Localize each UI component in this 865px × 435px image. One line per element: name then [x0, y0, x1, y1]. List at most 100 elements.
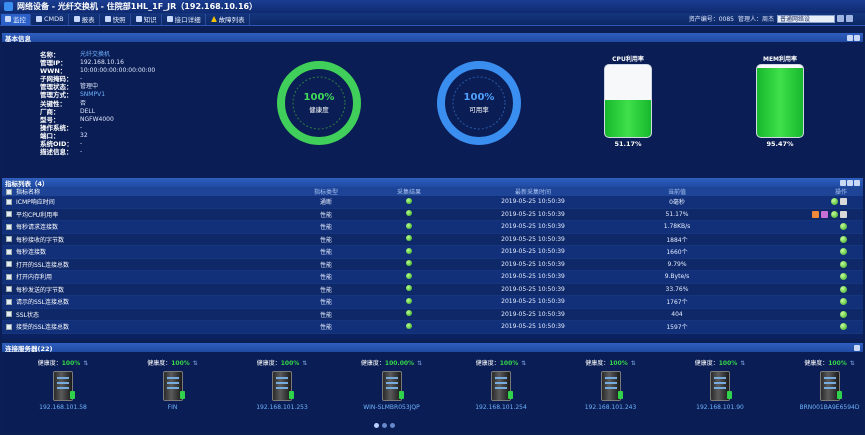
close-icon[interactable] [854, 34, 860, 41]
table-row[interactable]: 请示的SSL连接总数 性能 2019-05-25 10:50:39 1767个 [2, 296, 863, 309]
tab-knowledge[interactable]: 知识 [132, 13, 162, 25]
view-icon[interactable] [840, 323, 847, 331]
server-node[interactable]: 健康度：100% ⇅ FIN [118, 358, 228, 411]
health-label: 健康度： [694, 360, 719, 367]
collect-time: 2019-05-25 10:50:39 [501, 273, 565, 281]
server-node[interactable]: 健康度：100% ⇅ 192.168.101.58 [8, 358, 118, 411]
config-icon[interactable] [840, 198, 847, 206]
row-checkbox[interactable] [6, 198, 12, 205]
config-icon[interactable] [840, 210, 847, 218]
table-row[interactable]: ICMP响应时间 通断 2019-05-25 10:50:39 0毫秒 [2, 196, 863, 209]
server-health: 100.00% [384, 360, 415, 367]
server-name: 192.168.101.243 [584, 404, 637, 411]
server-node[interactable]: 健康度：100% ⇅ 192.168.101.254 [446, 358, 556, 411]
row-checkbox[interactable] [6, 273, 12, 280]
tab-interface-detail[interactable]: 接口详细 [163, 13, 206, 25]
row-checkbox[interactable] [6, 248, 12, 255]
view-icon[interactable] [840, 298, 847, 306]
index-type: 性能 [319, 224, 332, 232]
server-icon [272, 371, 294, 401]
current-value: 404 [671, 310, 683, 318]
view-icon[interactable] [831, 198, 838, 206]
info-key: 管理IP： [40, 59, 67, 68]
server-node[interactable]: 健康度：100.00% ⇅ WIN-SLMBR053JQP [337, 358, 447, 411]
info-key: 系统OID： [40, 140, 73, 149]
table-row[interactable]: 打开的SSL连接总数 性能 2019-05-25 10:50:39 9.79% [2, 258, 863, 271]
view-icon[interactable] [840, 273, 847, 281]
collapse-icon[interactable] [854, 344, 860, 351]
index-type: 性能 [319, 286, 332, 294]
mem-value: 95.47% [766, 140, 794, 148]
server-icon [600, 371, 623, 401]
availability-gauge: 100% 可用率 [436, 60, 522, 146]
settings-icon[interactable] [847, 179, 853, 186]
table-row[interactable]: 接受的SSL连接总数 性能 2019-05-25 10:50:39 1597个 [2, 321, 863, 334]
row-checkbox[interactable] [6, 311, 12, 318]
view-icon[interactable] [840, 223, 847, 231]
health-label: 健康度： [256, 360, 281, 367]
row-checkbox[interactable] [6, 236, 12, 243]
row-checkbox[interactable] [6, 298, 12, 305]
select-all-checkbox[interactable] [6, 188, 12, 195]
view-icon[interactable] [840, 260, 847, 268]
table-row[interactable]: SSL状态 性能 2019-05-25 10:50:39 404 [2, 308, 863, 321]
table-row[interactable]: 每秒请求连接数 性能 2019-05-25 10:50:39 1.78KB/s [2, 221, 863, 234]
server-icon [491, 371, 513, 401]
page-dot[interactable] [382, 423, 387, 428]
table-row[interactable]: 每秒发送的字节数 性能 2019-05-25 10:50:39 33.76% [2, 283, 863, 296]
toolbar: 监控 CMDB 报表 快照 知识 接口详细 故障列表 资产编号：0085 管理人… [0, 13, 865, 26]
view-icon[interactable] [840, 285, 847, 293]
save-icon[interactable] [837, 15, 844, 22]
collapse-icon[interactable] [847, 34, 853, 41]
info-key: 关键性： [40, 99, 66, 108]
health-label: 健康度： [360, 360, 385, 367]
server-health: 100% [61, 360, 81, 367]
view-icon[interactable] [831, 210, 838, 218]
network-select[interactable]: 普通网络设 [777, 14, 835, 23]
server-node[interactable]: 健康度：100% ⇅ 192.168.101.243 [556, 358, 666, 411]
tab-fault-list[interactable]: 故障列表 [207, 13, 250, 25]
refresh-icon[interactable] [846, 15, 853, 22]
server-name: FIN [167, 404, 178, 411]
status-ok-icon [406, 285, 412, 292]
row-checkbox[interactable] [6, 286, 12, 293]
server-node[interactable]: 健康度：100% ⇅ 192.168.101.90 [665, 358, 775, 411]
index-name: SSL状态 [16, 311, 39, 319]
view-icon[interactable] [840, 235, 847, 243]
table-row[interactable]: 打开内存利用 性能 2019-05-25 10:50:39 9.Byte/s [2, 271, 863, 284]
index-name: 平均CPU利用率 [16, 211, 59, 219]
tab-snapshot[interactable]: 快照 [101, 13, 131, 25]
row-checkbox[interactable] [6, 223, 12, 230]
page-dot[interactable] [374, 423, 379, 428]
view-icon[interactable] [840, 310, 847, 318]
index-name: 请示的SSL连接总数 [16, 299, 69, 307]
pager [374, 423, 398, 428]
info-row: 操作系统： - [40, 124, 155, 132]
info-value: 192.168.10.16 [80, 59, 124, 67]
table-row[interactable]: 每秒连接数 性能 2019-05-25 10:50:39 1660个 [2, 246, 863, 259]
health-label: 健康度： [147, 360, 172, 367]
collapse-icon[interactable] [840, 179, 846, 186]
chart-icon [73, 16, 80, 22]
table-row[interactable]: 每秒接收的字节数 性能 2019-05-25 10:50:39 1884个 [2, 233, 863, 246]
tab-report[interactable]: 报表 [70, 13, 100, 25]
server-node[interactable]: 健康度：100% ⇅ BRN001BA9E6594D [775, 358, 865, 411]
index-type: 性能 [319, 324, 332, 332]
health-label: 健康度： [585, 360, 610, 367]
edit-icon[interactable] [812, 210, 819, 218]
chart-icon[interactable] [821, 210, 828, 218]
info-value: 否 [80, 99, 87, 107]
row-checkbox[interactable] [6, 211, 12, 218]
monitor-icon [5, 16, 11, 22]
page-dot[interactable] [390, 423, 395, 428]
view-icon[interactable] [840, 248, 847, 256]
row-checkbox[interactable] [6, 323, 12, 330]
current-value: 1884个 [666, 236, 688, 244]
table-row[interactable]: 平均CPU利用率 性能 2019-05-25 10:50:39 51.17% [2, 208, 863, 221]
collect-time: 2019-05-25 10:50:39 [501, 310, 565, 318]
tab-cmdb[interactable]: CMDB [32, 13, 69, 25]
server-node[interactable]: 健康度：100% ⇅ 192.168.101.253 [227, 358, 337, 411]
row-checkbox[interactable] [6, 261, 12, 268]
tab-monitor[interactable]: 监控 [1, 13, 31, 25]
close-icon[interactable] [854, 179, 860, 186]
